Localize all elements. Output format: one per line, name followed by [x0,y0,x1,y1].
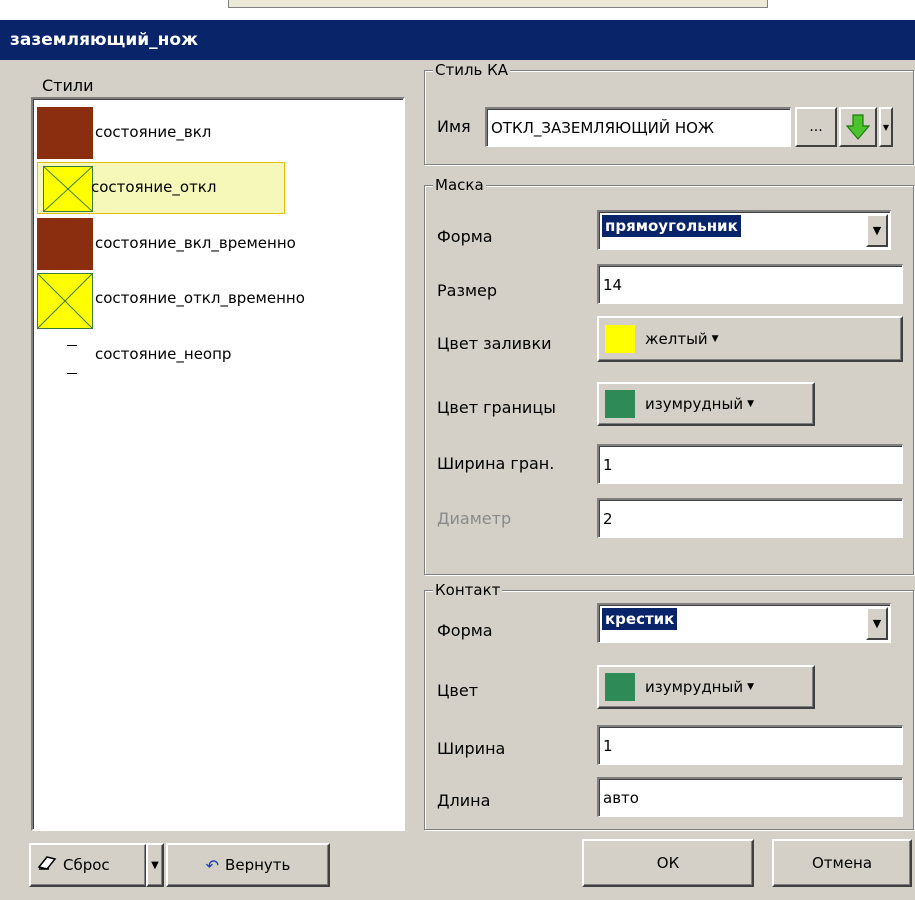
green-down-arrow-icon[interactable] [839,107,877,147]
revert-button-label: Вернуть [225,856,291,874]
reset-button-label: Сброс [63,856,110,874]
chevron-down-icon: ▼ [151,859,159,871]
reset-button[interactable]: Сброс [29,843,147,887]
fill-color-label: Цвет заливки [437,334,552,353]
yellow-cross-swatch-icon [43,166,93,212]
contact-color-label: Цвет [437,681,479,700]
contact-color-value: изумрудный [645,678,744,696]
contact-group: Контакт Форма крестик ▼ Цвет изумрудный … [424,581,914,830]
undo-icon: ↶ [205,855,220,875]
contact-color-button[interactable]: изумрудный ▼ [597,665,815,709]
mask-shape-value: прямоугольник [602,215,741,237]
background-window-fragment [228,0,768,8]
contact-width-label: Ширина [437,739,506,758]
contact-title: Контакт [433,581,503,599]
brown-swatch-icon [37,218,93,270]
styles-list[interactable]: состояние_вкл состояние_откл состояние_в… [31,97,405,831]
arrow-dropdown-button[interactable]: ▼ [879,107,893,147]
mask-title: Маска [433,176,486,194]
list-item-label: состояние_откл [91,178,217,196]
contact-shape-label: Форма [437,621,493,640]
contact-length-input[interactable]: авто [597,777,903,817]
list-item-label: состояние_неопр [95,345,232,363]
chevron-down-icon: ▼ [747,682,755,692]
mask-shape-label: Форма [437,227,493,246]
border-width-input[interactable]: 1 [597,444,903,484]
diameter-label: Диаметр [437,509,512,528]
dialog-body: Стили состояние_вкл состояние_откл состо… [0,60,915,900]
chevron-down-icon[interactable]: ▼ [866,607,888,640]
contact-length-label: Длина [437,791,491,810]
window-title: заземляющий_нож [0,20,915,60]
fill-color-value: желтый [645,330,708,348]
border-color-button[interactable]: изумрудный ▼ [597,382,815,426]
list-item-label: состояние_вкл [95,123,212,141]
list-item[interactable]: состояние_откл_временно [37,273,397,329]
brown-swatch-icon [37,107,93,159]
border-width-label: Ширина гран. [437,454,555,473]
chevron-down-icon: ▼ [711,334,719,344]
mask-size-label: Размер [437,281,498,300]
revert-button[interactable]: ↶ Вернуть [166,843,330,887]
chevron-down-icon: ▼ [882,122,890,132]
yellow-cross-swatch-icon [37,273,93,329]
yellow-color-chip-icon [605,325,635,353]
chevron-down-icon: ▼ [747,399,755,409]
border-color-value: изумрудный [645,395,744,413]
list-item[interactable]: состояние_неопр [37,331,397,385]
diameter-input[interactable]: 2 [597,498,903,538]
style-ka-title: Стиль КА [433,61,511,79]
background-window-strip [0,0,915,20]
list-item[interactable]: состояние_вкл [37,107,397,161]
browse-button[interactable]: ... [795,107,837,147]
undefined-state-icon [67,339,79,379]
list-item[interactable]: состояние_вкл_временно [37,218,397,272]
styles-label: Стили [42,76,94,95]
contact-width-input[interactable]: 1 [597,725,903,765]
reset-dropdown-button[interactable]: ▼ [146,843,164,887]
style-ka-group: Стиль КА Имя ОТКЛ_ЗАЗЕМЛЯЮЩИЙ НОЖ ... ▼ [424,61,914,165]
contact-shape-select[interactable]: крестик ▼ [597,603,891,643]
cancel-button[interactable]: Отмена [772,839,912,887]
mask-group: Маска Форма прямоугольник ▼ Размер 14 Цв… [424,176,914,575]
name-label: Имя [437,117,471,136]
eraser-icon [37,855,57,875]
list-item-selected[interactable]: состояние_откл [37,162,397,216]
mask-size-input[interactable]: 14 [597,264,903,304]
name-input[interactable]: ОТКЛ_ЗАЗЕМЛЯЮЩИЙ НОЖ [485,107,791,147]
ok-button[interactable]: ОК [582,839,754,887]
mask-shape-select[interactable]: прямоугольник ▼ [597,210,891,250]
emerald-color-chip-icon [605,390,635,418]
chevron-down-icon[interactable]: ▼ [866,214,888,247]
border-color-label: Цвет границы [437,398,556,417]
fill-color-button[interactable]: желтый ▼ [597,316,903,362]
list-item-label: состояние_откл_временно [95,289,305,307]
contact-shape-value: крестик [602,608,678,630]
list-item-label: состояние_вкл_временно [95,234,296,252]
emerald-color-chip-icon [605,673,635,701]
